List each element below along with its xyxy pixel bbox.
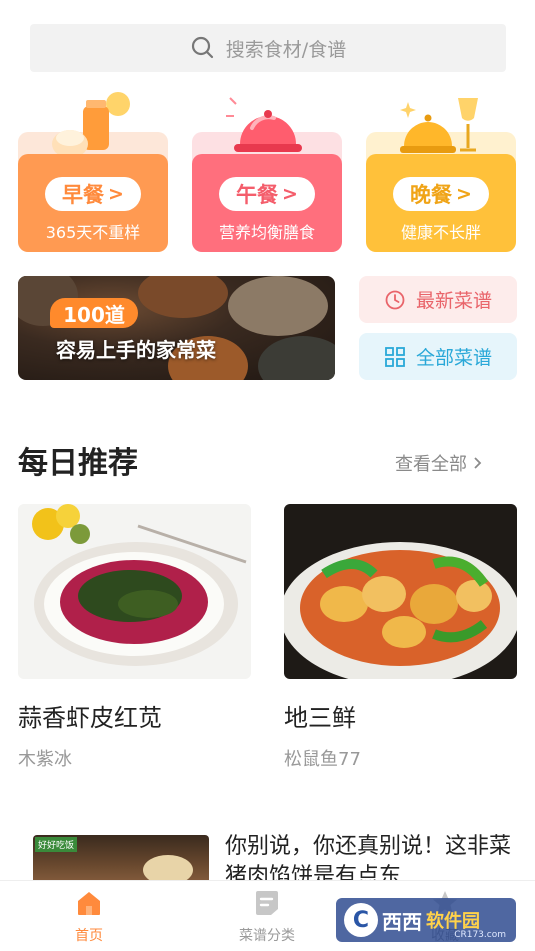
watermark-domain: CR173.com	[454, 930, 506, 940]
lunch-subtitle: 营养均衡膳食	[218, 223, 315, 242]
tab-home[interactable]: 首页	[0, 881, 178, 951]
see-all-link[interactable]: 查看全部	[395, 450, 483, 476]
recipe-author: 木紫冰	[18, 749, 72, 770]
home-icon	[78, 892, 100, 915]
chevron-right-icon: >	[108, 183, 124, 205]
dinner-illustration	[400, 98, 478, 153]
recipe-photo	[284, 504, 517, 679]
home-cooking-banner[interactable]: 100道 容易上手的家常菜	[18, 276, 335, 380]
breakfast-label: 早餐	[62, 183, 105, 207]
watermark-logo: C	[344, 903, 378, 937]
dinner-card[interactable]: 晚餐 > 健康不长胖	[366, 88, 516, 252]
see-all-label: 查看全部	[395, 454, 467, 475]
chevron-right-icon: >	[456, 183, 472, 205]
dinner-button[interactable]: 晚餐 >	[393, 177, 489, 211]
site-watermark: C 西西 软件园 CR173.com	[336, 898, 516, 942]
recipe-card[interactable]: 地三鲜 松鼠鱼77	[284, 504, 517, 770]
tab-categories-label: 菜谱分类	[239, 928, 295, 944]
lunch-label: 午餐	[236, 183, 279, 207]
lunch-card[interactable]: 午餐 > 营养均衡膳食	[192, 88, 342, 252]
banner-title: 容易上手的家常菜	[56, 338, 216, 362]
recipe-photo	[18, 504, 251, 679]
recipe-card[interactable]: 蒜香虾皮红苋 木紫冰	[18, 504, 251, 770]
tab-home-label: 首页	[75, 928, 103, 944]
dinner-subtitle: 健康不长胖	[400, 223, 481, 242]
grid-icon	[385, 346, 405, 367]
watermark-brand: 西西	[382, 909, 422, 934]
latest-recipes-label: 最新菜谱	[415, 290, 492, 312]
recipe-author: 松鼠鱼77	[284, 749, 361, 770]
breakfast-card[interactable]: 早餐 > 365天不重样	[18, 88, 168, 252]
lunch-cloche-illustration	[226, 97, 302, 152]
article-thumb-tag: 好好吃饭	[35, 837, 78, 852]
banner-badge: 100道	[50, 298, 138, 328]
search-icon	[191, 36, 213, 59]
chevron-right-icon	[474, 457, 482, 469]
lunch-button[interactable]: 午餐 >	[219, 177, 315, 211]
chevron-right-icon: >	[282, 183, 298, 205]
all-recipes-label: 全部菜谱	[415, 347, 492, 369]
recipe-book-icon	[256, 891, 278, 915]
clock-icon	[385, 290, 405, 309]
all-recipes-button[interactable]: 全部菜谱	[359, 333, 517, 380]
recipe-name: 地三鲜	[284, 704, 356, 732]
breakfast-subtitle: 365天不重样	[45, 223, 141, 242]
section-title: 每日推荐	[18, 446, 138, 481]
breakfast-button[interactable]: 早餐 >	[45, 177, 141, 211]
search-placeholder: 搜索食材/食谱	[225, 38, 347, 61]
recipe-name: 蒜香虾皮红苋	[18, 704, 162, 732]
search-bar[interactable]: 搜索食材/食谱	[30, 24, 506, 72]
tab-recipe-categories[interactable]: 菜谱分类	[178, 881, 356, 951]
dinner-label: 晚餐	[410, 183, 453, 207]
latest-recipes-button[interactable]: 最新菜谱	[359, 276, 517, 323]
breakfast-illustration	[52, 92, 130, 158]
